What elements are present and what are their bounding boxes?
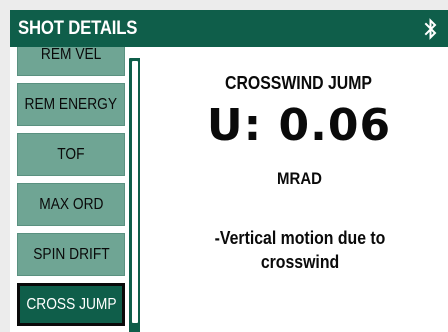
menu-item-max-ord[interactable]: MAX ORD xyxy=(17,183,125,226)
menu-item-tof[interactable]: TOF xyxy=(17,133,125,176)
menu-item-label: REM ENERGY xyxy=(24,95,118,113)
menu-item-cross-jump[interactable]: CROSS JUMP xyxy=(17,283,125,326)
detail-value: U: 0.06 xyxy=(206,100,392,151)
bluetooth-icon[interactable] xyxy=(424,17,438,40)
menu-item-label: CROSS JUMP xyxy=(25,295,117,313)
app-frame: SHOT DETAILS REM VEL REM ENERGY TOF MAX … xyxy=(10,10,448,332)
menu-item-rem-vel[interactable]: REM VEL xyxy=(17,47,125,76)
detail-unit: MRAD xyxy=(276,169,322,188)
menu-item-rem-energy[interactable]: REM ENERGY xyxy=(17,83,125,126)
detail-description: -Vertical motion due to crosswind xyxy=(214,228,386,272)
menu-item-label: REM VEL xyxy=(40,47,102,63)
menu-item-label: TOF xyxy=(57,145,85,163)
menu-item-label: MAX ORD xyxy=(38,195,104,213)
menu-item-spin-drift[interactable]: SPIN DRIFT xyxy=(17,233,125,276)
detail-panel: CROSSWIND JUMP U: 0.06 MRAD -Vertical mo… xyxy=(150,47,448,332)
menu-item-label: SPIN DRIFT xyxy=(32,245,110,263)
header-bar: SHOT DETAILS xyxy=(10,10,448,47)
scrollbar-thumb[interactable] xyxy=(132,61,138,323)
metric-menu[interactable]: REM VEL REM ENERGY TOF MAX ORD SPIN DRIF… xyxy=(10,47,140,332)
page-title: SHOT DETAILS xyxy=(18,17,138,39)
menu-scrollbar[interactable] xyxy=(129,58,140,332)
detail-title: CROSSWIND JUMP xyxy=(225,73,373,93)
